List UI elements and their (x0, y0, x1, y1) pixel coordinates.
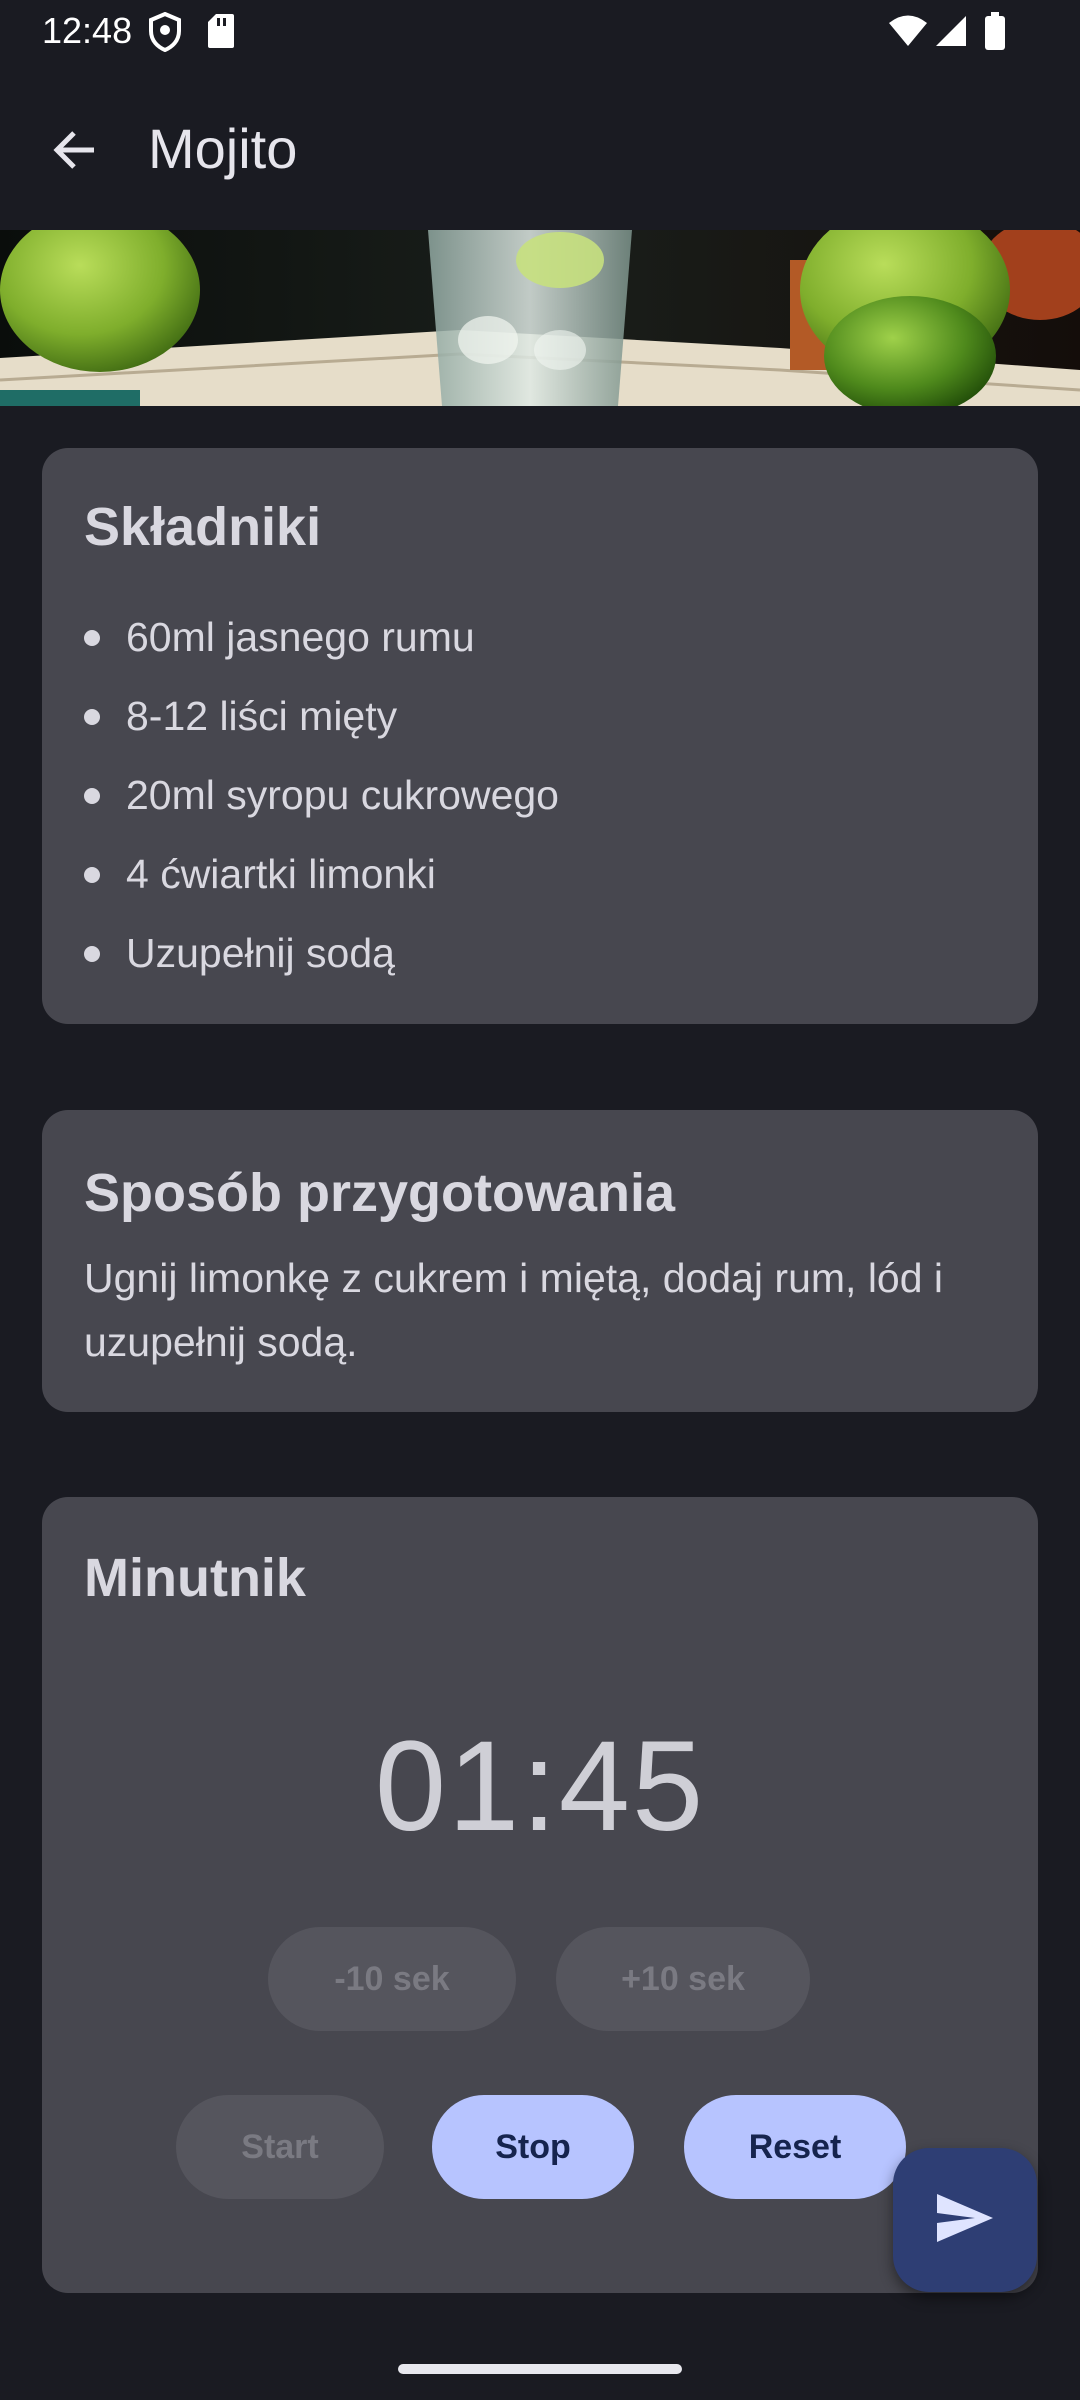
wifi-icon (888, 14, 928, 53)
bullet-icon (84, 866, 100, 883)
list-item: 4 ćwiartki limonki (84, 835, 559, 914)
list-item: 8-12 liści mięty (84, 677, 559, 756)
ingredient-text: Uzupełnij sodą (126, 930, 395, 976)
minus-10-button[interactable]: -10 sek (268, 1927, 516, 2031)
timer-card: Minutnik 01:45 -10 sek +10 sek Start Sto… (42, 1497, 1038, 2293)
bullet-icon (84, 708, 100, 725)
battery-icon (984, 12, 1006, 55)
timer-title: Minutnik (84, 1548, 306, 1608)
arrow-back-icon (50, 126, 98, 179)
list-item: Uzupełnij sodą (84, 914, 559, 993)
ingredients-list: 60ml jasnego rumu 8-12 liści mięty 20ml … (84, 598, 559, 993)
plus-10-button[interactable]: +10 sek (556, 1927, 810, 2031)
page-title: Mojito (148, 117, 298, 180)
ingredients-title: Składniki (84, 497, 322, 557)
signal-icon (934, 14, 968, 53)
list-item: 60ml jasnego rumu (84, 598, 559, 677)
back-button[interactable] (36, 114, 112, 190)
status-bar: 12:48 (0, 0, 1080, 62)
mojito-photo (0, 230, 1080, 406)
method-card: Sposób przygotowania Ugnij limonkę z cuk… (42, 1110, 1038, 1412)
ingredient-text: 60ml jasnego rumu (126, 614, 475, 660)
reset-button[interactable]: Reset (684, 2095, 906, 2199)
ingredient-text: 4 ćwiartki limonki (126, 851, 436, 897)
start-button[interactable]: Start (176, 2095, 384, 2199)
timer-display: 01:45 (374, 1715, 706, 1858)
status-time: 12:48 (42, 10, 133, 51)
list-item: 20ml syropu cukrowego (84, 756, 559, 835)
ingredient-text: 8-12 liści mięty (126, 693, 398, 739)
home-indicator[interactable] (398, 2364, 682, 2374)
bullet-icon (84, 629, 100, 646)
send-fab[interactable] (893, 2148, 1037, 2292)
send-icon (935, 2192, 995, 2249)
sd-card-icon (206, 12, 236, 55)
bullet-icon (84, 945, 100, 962)
top-app-bar: Mojito (0, 62, 1080, 230)
method-text: Ugnij limonkę z cukrem i miętą, dodaj ru… (84, 1255, 944, 1365)
ingredient-text: 20ml syropu cukrowego (126, 772, 559, 818)
bullet-icon (84, 787, 100, 804)
method-title: Sposób przygotowania (84, 1163, 676, 1223)
shield-icon (148, 11, 182, 57)
ingredients-card: Składniki 60ml jasnego rumu 8-12 liści m… (42, 448, 1038, 1024)
stop-button[interactable]: Stop (432, 2095, 634, 2199)
